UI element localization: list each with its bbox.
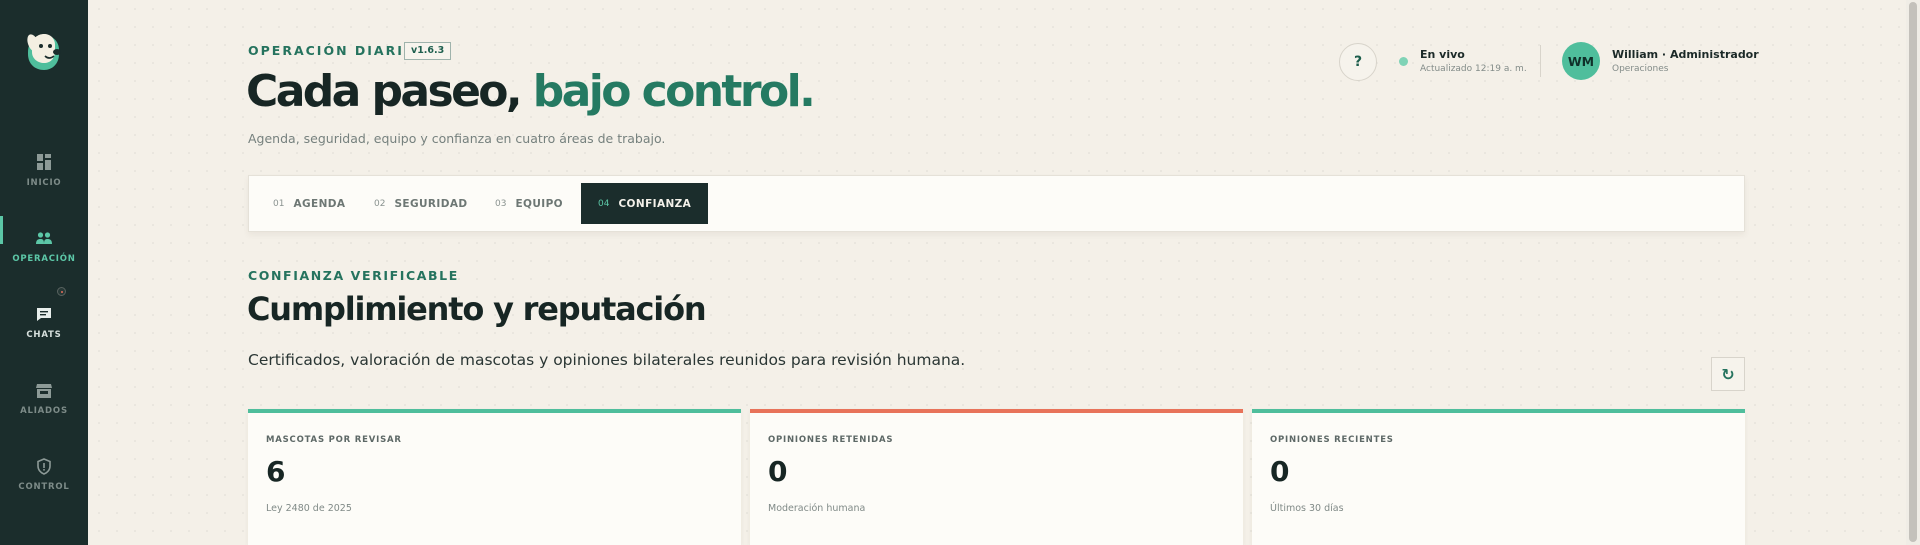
help-button[interactable]: ? (1339, 43, 1377, 81)
live-status-label: En vivo (1420, 48, 1465, 61)
scrollbar[interactable] (1906, 0, 1920, 545)
stat-value: 6 (266, 455, 286, 488)
tab-confianza[interactable]: 04 CONFIANZA (581, 183, 709, 224)
sidebar-item-aliados[interactable]: ALIADOS (0, 367, 88, 429)
stat-note: Ley 2480 de 2025 (266, 503, 352, 514)
sidebar-item-label: OPERACIÓN (12, 254, 76, 264)
tab-label: EQUIPO (515, 197, 564, 210)
chat-icon (34, 304, 54, 324)
stat-value: 0 (1270, 455, 1290, 488)
stat-card-opiniones-recientes[interactable]: OPINIONES RECIENTES 0 Últimos 30 días (1252, 409, 1745, 545)
tab-number: 03 (495, 198, 507, 209)
title-accent: bajo control. (532, 66, 816, 117)
stat-card-opiniones-retenidas[interactable]: OPINIONES RETENIDAS 0 Moderación humana (750, 409, 1243, 545)
stat-note: Moderación humana (768, 503, 866, 514)
tab-label: CONFIANZA (618, 197, 692, 210)
refresh-button[interactable]: ↻ (1711, 357, 1745, 391)
user-role: Operaciones (1612, 64, 1669, 74)
tab-label: AGENDA (293, 197, 346, 210)
page-eyebrow: OPERACIÓN DIARIA (248, 43, 416, 58)
refresh-icon: ↻ (1721, 364, 1735, 384)
page-subtitle: Agenda, seguridad, equipo y confianza en… (248, 131, 666, 146)
avatar[interactable]: WM (1562, 42, 1600, 80)
stat-label: OPINIONES RETENIDAS (768, 435, 894, 445)
stat-value: 0 (768, 455, 788, 488)
tab-equipo[interactable]: 03 EQUIPO (478, 183, 580, 224)
version-badge: v1.6.3 (404, 42, 452, 60)
shield-icon (34, 456, 54, 476)
title-main: Cada paseo, (246, 66, 523, 117)
section-eyebrow: CONFIANZA VERIFICABLE (248, 268, 459, 283)
sidebar-item-label: ALIADOS (20, 406, 68, 416)
sidebar-item-chats[interactable]: CHATS (0, 291, 88, 353)
dog-logo[interactable] (19, 26, 69, 76)
sidebar-item-label: INICIO (26, 178, 62, 188)
last-updated-time: Actualizado 12:19 a. m. (1420, 64, 1527, 74)
sidebar: INICIO OPERACIÓN CHATS ALIADOS CONTROL (0, 0, 88, 545)
sidebar-item-operacion[interactable]: OPERACIÓN (0, 215, 88, 277)
tab-agenda[interactable]: 01 AGENDA (256, 183, 362, 224)
section-title: Cumplimiento y reputación (247, 290, 707, 328)
stat-card-mascotas[interactable]: MASCOTAS POR REVISAR 6 Ley 2480 de 2025 (248, 409, 741, 545)
section-tabs: 01 AGENDA 02 SEGURIDAD 03 EQUIPO 04 CONF… (248, 175, 1745, 232)
tab-label: SEGURIDAD (394, 197, 468, 210)
tab-seguridad[interactable]: 02 SEGURIDAD (357, 183, 484, 224)
sidebar-item-control[interactable]: CONTROL (0, 443, 88, 505)
store-icon (34, 380, 54, 400)
header-divider (1540, 45, 1541, 77)
stat-label: OPINIONES RECIENTES (1270, 435, 1394, 445)
dashboard-icon (34, 152, 54, 172)
scrollbar-thumb[interactable] (1909, 2, 1917, 542)
stat-label: MASCOTAS POR REVISAR (266, 435, 402, 445)
user-name[interactable]: William · Administrador (1612, 48, 1759, 61)
sidebar-item-label: CONTROL (18, 482, 70, 492)
stat-note: Últimos 30 días (1270, 503, 1344, 514)
sidebar-item-inicio[interactable]: INICIO (0, 139, 88, 201)
sidebar-item-label: CHATS (26, 330, 62, 340)
tab-number: 04 (598, 198, 610, 209)
people-icon (34, 228, 54, 248)
tab-number: 02 (374, 198, 386, 209)
page-title: Cada paseo, bajo control. (246, 66, 816, 117)
notification-dot (57, 287, 66, 296)
tab-number: 01 (273, 198, 285, 209)
live-status-dot (1399, 57, 1408, 66)
section-description: Certificados, valoración de mascotas y o… (248, 351, 966, 369)
